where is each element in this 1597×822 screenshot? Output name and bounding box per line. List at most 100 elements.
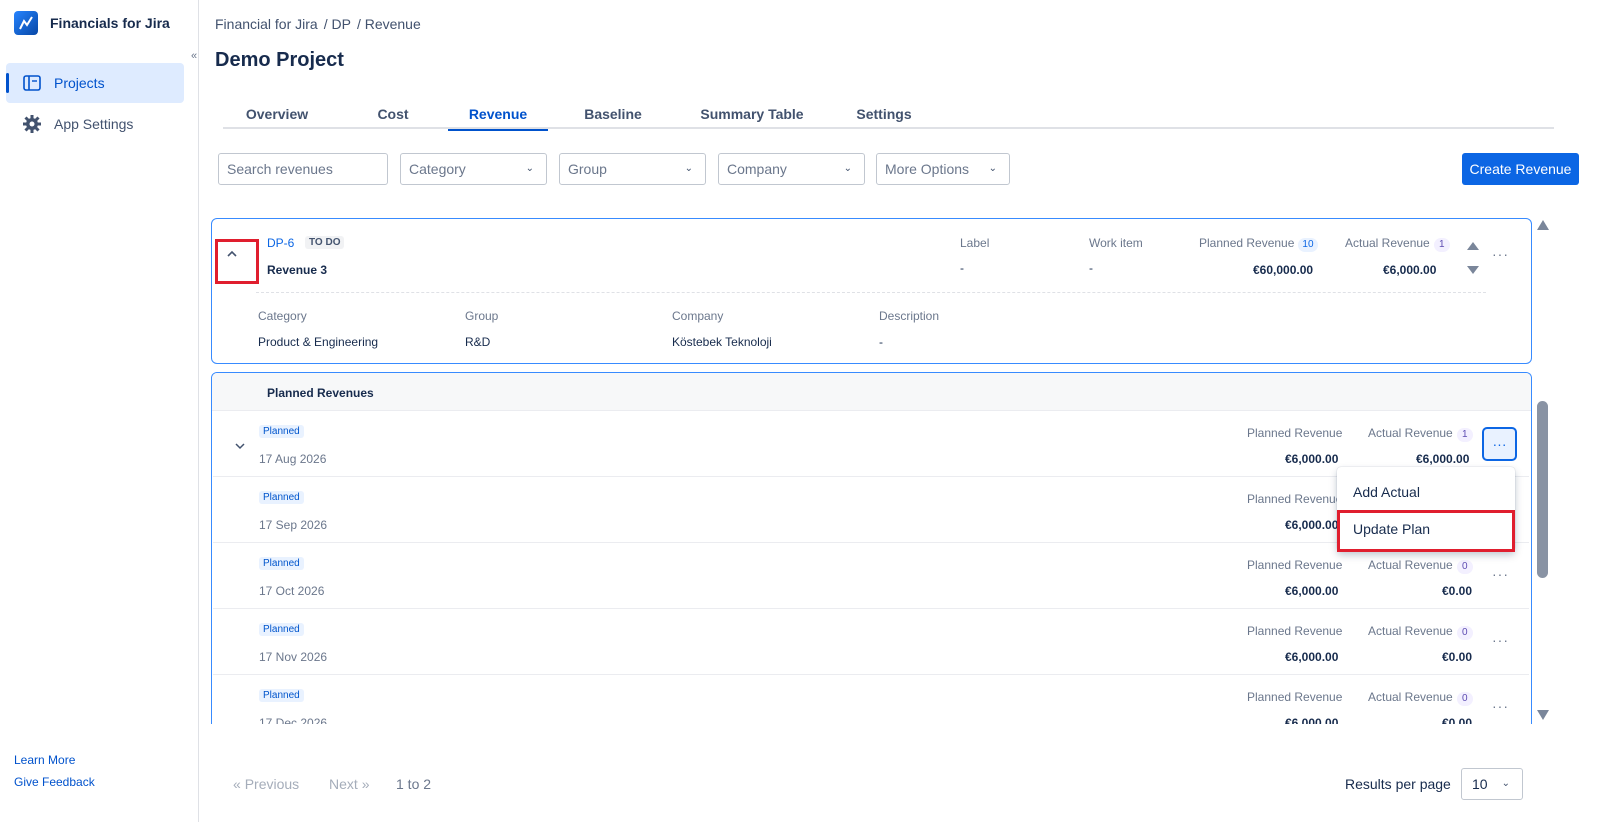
scroll-thumb[interactable] bbox=[1537, 401, 1548, 578]
planned-tag: Planned bbox=[259, 689, 304, 702]
chevron-down-icon: ⌄ bbox=[684, 163, 693, 174]
breadcrumb-root[interactable]: Financial for Jira bbox=[215, 16, 318, 32]
planned-revenue-header: Planned Revenue 10 bbox=[1199, 236, 1318, 252]
breadcrumb-page[interactable]: / Revenue bbox=[357, 16, 421, 32]
actual-count-badge: 0 bbox=[1456, 692, 1473, 706]
planned-revenue-value: €6,000.00 bbox=[1285, 650, 1339, 664]
move-down-icon[interactable] bbox=[1466, 262, 1480, 280]
actual-revenue-header: Actual Revenue 1 bbox=[1345, 236, 1450, 252]
tab-settings[interactable]: Settings bbox=[834, 99, 934, 129]
more-actions-icon[interactable]: ··· bbox=[1492, 632, 1509, 648]
tab-bar: Overview Cost Revenue Baseline Summary T… bbox=[223, 99, 1554, 131]
scroll-up-icon[interactable] bbox=[1536, 218, 1550, 236]
more-actions-button[interactable]: ··· bbox=[1482, 427, 1517, 461]
company-select[interactable]: Company ⌄ bbox=[718, 153, 865, 185]
sidebar: Financials for Jira « Projects App Setti… bbox=[0, 0, 199, 822]
table-row bbox=[213, 476, 1529, 542]
tab-baseline[interactable]: Baseline bbox=[563, 99, 663, 129]
page-title: Demo Project bbox=[215, 49, 344, 71]
actual-count-badge: 1 bbox=[1456, 428, 1473, 442]
planned-revenue-value: €60,000.00 bbox=[1253, 263, 1314, 277]
search-input[interactable]: Search revenues bbox=[218, 153, 388, 185]
expand-chevron-icon[interactable] bbox=[235, 437, 245, 455]
create-revenue-button[interactable]: Create Revenue bbox=[1462, 153, 1579, 185]
actual-count-badge: 1 bbox=[1433, 238, 1450, 252]
actual-revenue-value: €0.00 bbox=[1442, 716, 1473, 724]
tab-overview[interactable]: Overview bbox=[228, 99, 326, 129]
planned-revenues-card: Planned Revenues Planned 17 Aug 2026 Pla… bbox=[211, 372, 1532, 724]
learn-more-link[interactable]: Learn More bbox=[14, 753, 75, 767]
planned-section-header: Planned Revenues bbox=[212, 373, 1531, 411]
highlight-box bbox=[1337, 510, 1515, 552]
actual-revenue-header: Actual Revenue 1 bbox=[1368, 426, 1473, 442]
sidebar-item-label: Projects bbox=[54, 75, 105, 91]
issue-key-link[interactable]: DP-6 bbox=[267, 236, 294, 250]
actual-revenue-value: €6,000.00 bbox=[1383, 263, 1437, 277]
more-options-select[interactable]: More Options ⌄ bbox=[876, 153, 1010, 185]
gear-icon bbox=[22, 114, 42, 134]
planned-tag: Planned bbox=[259, 425, 304, 438]
breadcrumb-project[interactable]: / DP bbox=[324, 16, 351, 32]
planned-tag: Planned bbox=[259, 557, 304, 570]
label-value: - bbox=[960, 261, 964, 275]
actual-revenue-value: €6,000.00 bbox=[1416, 452, 1470, 466]
actual-revenue-label: Actual Revenue bbox=[1368, 624, 1453, 638]
more-options-label: More Options bbox=[885, 161, 970, 177]
tab-cost[interactable]: Cost bbox=[344, 99, 442, 129]
category-header: Category bbox=[258, 309, 307, 323]
scroll-down-icon[interactable] bbox=[1536, 708, 1550, 726]
actual-revenue-value: €0.00 bbox=[1442, 650, 1473, 664]
app-header[interactable]: Financials for Jira bbox=[14, 11, 170, 35]
category-select[interactable]: Category ⌄ bbox=[400, 153, 547, 185]
actual-count-badge: 0 bbox=[1456, 560, 1473, 574]
give-feedback-link[interactable]: Give Feedback bbox=[14, 775, 95, 789]
actual-revenue-label: Actual Revenue bbox=[1368, 690, 1453, 704]
chevron-down-icon: ⌄ bbox=[988, 163, 997, 174]
results-per-page-select[interactable]: 10 ⌄ bbox=[1461, 768, 1523, 800]
chevron-down-icon: ⌄ bbox=[1501, 778, 1510, 789]
label-header: Label bbox=[960, 236, 990, 250]
sidebar-item-projects[interactable]: Projects bbox=[6, 63, 184, 103]
company-label: Company bbox=[727, 161, 787, 177]
actual-count-badge: 0 bbox=[1456, 626, 1473, 640]
move-up-icon[interactable] bbox=[1466, 238, 1480, 256]
workitem-value: - bbox=[1089, 261, 1093, 275]
planned-tag: Planned bbox=[259, 491, 304, 504]
actual-revenue-header: Actual Revenue 0 bbox=[1368, 558, 1473, 574]
row-actions-menu: Add Actual Update Plan bbox=[1337, 467, 1515, 552]
more-actions-icon[interactable]: ··· bbox=[1492, 698, 1509, 714]
tab-revenue[interactable]: Revenue bbox=[448, 99, 548, 131]
next-button[interactable]: Next » bbox=[329, 776, 369, 792]
per-page-value: 10 bbox=[1472, 776, 1488, 792]
previous-label: Previous bbox=[244, 776, 300, 792]
app-name: Financials for Jira bbox=[50, 15, 170, 31]
group-header: Group bbox=[465, 309, 499, 323]
page-range: 1 to 2 bbox=[396, 776, 432, 792]
divider bbox=[256, 292, 1486, 293]
previous-button[interactable]: « Previous bbox=[233, 776, 299, 792]
planned-date: 17 Sep 2026 bbox=[259, 518, 328, 532]
table-row bbox=[213, 542, 1529, 608]
revenue-name: Revenue 3 bbox=[267, 263, 328, 277]
planned-revenue-label: Planned Revenue bbox=[1247, 426, 1343, 440]
more-actions-icon[interactable]: ··· bbox=[1492, 566, 1509, 582]
workitem-header: Work item bbox=[1089, 236, 1143, 250]
add-actual-menu-item[interactable]: Add Actual bbox=[1337, 474, 1515, 510]
actual-revenue-header: Actual Revenue 0 bbox=[1368, 624, 1473, 640]
group-select[interactable]: Group ⌄ bbox=[559, 153, 706, 185]
actual-revenue-label: Actual Revenue bbox=[1368, 558, 1453, 572]
planned-revenue-label: Planned Revenue bbox=[1199, 236, 1295, 250]
actual-revenue-label: Actual Revenue bbox=[1345, 236, 1430, 250]
chevron-down-icon: ⌄ bbox=[525, 163, 534, 174]
company-value: Köstebek Teknoloji bbox=[672, 335, 772, 349]
actual-revenue-label: Actual Revenue bbox=[1368, 426, 1453, 440]
planned-revenue-label: Planned Revenue bbox=[1247, 492, 1343, 506]
sidebar-item-label: App Settings bbox=[54, 116, 134, 132]
tab-summary-table[interactable]: Summary Table bbox=[692, 99, 812, 129]
breadcrumb: Financial for Jira / DP / Revenue bbox=[215, 16, 421, 32]
collapse-sidebar-icon[interactable]: « bbox=[191, 50, 198, 62]
more-actions-icon[interactable]: ··· bbox=[1492, 246, 1509, 262]
description-value: - bbox=[879, 335, 883, 349]
vertical-scrollbar[interactable] bbox=[1535, 218, 1551, 723]
sidebar-item-app-settings[interactable]: App Settings bbox=[6, 104, 184, 144]
